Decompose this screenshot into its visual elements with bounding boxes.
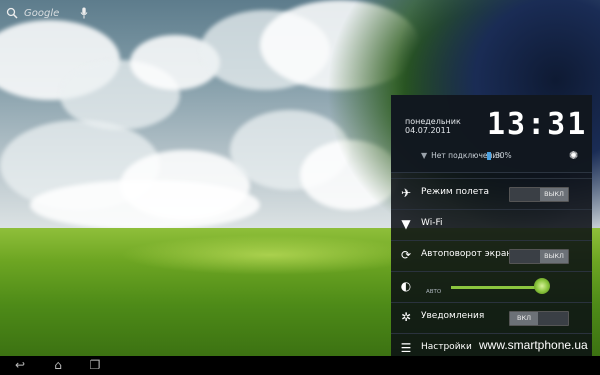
airplane-toggle[interactable]: ВЫКЛ xyxy=(509,187,569,202)
wifi-icon: ▼ xyxy=(401,217,411,231)
battery-icon xyxy=(487,151,491,160)
home-icon[interactable]: ⌂ xyxy=(50,358,66,372)
rotate-icon: ⟳ xyxy=(400,248,412,262)
brightness-slider-thumb[interactable] xyxy=(534,278,550,294)
brightness-icon[interactable]: ✺ xyxy=(569,149,578,162)
autorotate-toggle[interactable]: ВЫКЛ xyxy=(509,249,569,264)
battery-status: 30% xyxy=(487,151,512,160)
back-icon[interactable]: ↩ xyxy=(12,358,28,372)
quick-setting-airplane[interactable]: ✈ Режим полета ВЫКЛ xyxy=(391,178,592,209)
search-icon[interactable] xyxy=(6,4,18,23)
recent-apps-icon[interactable]: ❐ xyxy=(87,358,103,372)
watermark: www.smartphone.ua xyxy=(479,338,588,352)
google-label: Google xyxy=(24,8,60,19)
day-label: понедельник xyxy=(405,117,461,126)
system-navbar: ↩ ⌂ ❐ xyxy=(0,356,600,375)
notifications-toggle[interactable]: ВКЛ xyxy=(509,311,569,326)
quick-setting-notifications[interactable]: ✲ Уведомления ВКЛ xyxy=(391,302,592,333)
clock-time: 13:31 xyxy=(487,107,588,142)
brightness-icon: ◐ xyxy=(400,279,412,293)
airplane-toggle-label: ВЫКЛ xyxy=(540,188,568,201)
airplane-label: Режим полета xyxy=(421,187,490,197)
autorotate-label: Автоповорот экрана xyxy=(421,249,518,259)
autorotate-toggle-label: ВЫКЛ xyxy=(540,250,568,263)
settings-icon: ☰ xyxy=(400,341,412,355)
clock-box: понедельник 04.07.2011 13:31 ▼ Нет подкл… xyxy=(391,95,592,173)
battery-text: 30% xyxy=(495,151,512,160)
quick-setting-autorotate[interactable]: ⟳ Автоповорот экрана ВЫКЛ xyxy=(391,240,592,271)
notifications-toggle-label: ВКЛ xyxy=(510,312,538,325)
notification-icon: ✲ xyxy=(400,310,412,324)
settings-label: Настройки xyxy=(421,342,472,352)
microphone-icon[interactable] xyxy=(80,4,88,19)
signal-icon: ▼ xyxy=(421,151,428,160)
search-bar[interactable]: Google xyxy=(6,4,59,23)
auto-brightness-label[interactable]: АВТО xyxy=(426,289,441,295)
notifications-label: Уведомления xyxy=(421,311,485,321)
date-label: 04.07.2011 xyxy=(405,126,451,135)
airplane-icon: ✈ xyxy=(400,186,412,200)
quick-settings-panel: понедельник 04.07.2011 13:31 ▼ Нет подкл… xyxy=(391,95,592,356)
quick-setting-wifi[interactable]: ▼ Wi-Fi xyxy=(391,209,592,240)
wifi-label: Wi-Fi xyxy=(421,218,443,228)
brightness-slider-track[interactable] xyxy=(451,286,543,289)
quick-setting-brightness: ◐ АВТО xyxy=(391,271,592,302)
